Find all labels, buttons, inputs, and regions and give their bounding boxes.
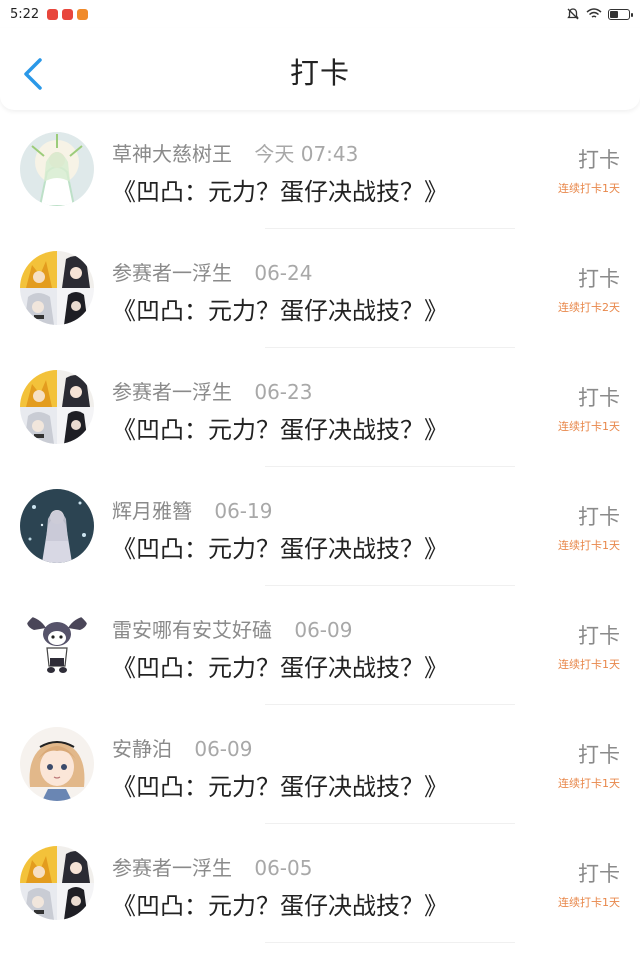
avatar[interactable] — [20, 608, 94, 682]
user-line: 参赛者一浮生 06-24 — [112, 257, 312, 286]
checkin-button[interactable]: 打卡 — [578, 263, 620, 293]
list-item[interactable]: 参赛者一浮生 06-23 《凹凸：元力？蛋仔决战技？》 打卡 连续打卡1天 — [0, 348, 640, 467]
user-line: 辉月雅簪 06-19 — [112, 495, 272, 524]
streak-badge: 连续打卡1天 — [558, 539, 620, 552]
avatar[interactable] — [20, 251, 94, 325]
work-title[interactable]: 《凹凸：元力？蛋仔决战技？》 — [112, 410, 448, 445]
user-line: 雷安哪有安艾好磕 06-09 — [112, 614, 352, 643]
row-divider — [265, 942, 515, 943]
work-title[interactable]: 《凹凸：元力？蛋仔决战技？》 — [112, 648, 448, 683]
checkin-button[interactable]: 打卡 — [578, 382, 620, 412]
checkin-date: 06-09 — [294, 618, 353, 642]
avatar[interactable] — [20, 489, 94, 563]
work-title[interactable]: 《凹凸：元力？蛋仔决战技？》 — [112, 291, 448, 326]
checkin-date: 06-23 — [254, 380, 313, 404]
checkin-button[interactable]: 打卡 — [578, 144, 620, 174]
checkin-button[interactable]: 打卡 — [578, 620, 620, 650]
username[interactable]: 参赛者一浮生 — [112, 261, 232, 285]
avatar[interactable] — [20, 727, 94, 801]
streak-badge: 连续打卡1天 — [558, 658, 620, 671]
user-line: 安静泊 06-09 — [112, 733, 252, 762]
work-title[interactable]: 《凹凸：元力？蛋仔决战技？》 — [112, 529, 448, 564]
mute-bell-icon — [567, 8, 579, 20]
status-right — [566, 7, 633, 21]
list-item[interactable]: 草神大慈树王 今天 07:43 《凹凸：元力？蛋仔决战技？》 打卡 连续打卡1天 — [0, 110, 640, 229]
list-item[interactable]: 雷安哪有安艾好磕 06-09 《凹凸：元力？蛋仔决战技？》 打卡 连续打卡1天 — [0, 586, 640, 705]
app-notification-icon — [77, 8, 89, 20]
app-notification-icon — [62, 8, 74, 20]
streak-badge: 连续打卡1天 — [558, 777, 620, 790]
streak-badge: 连续打卡1天 — [558, 420, 620, 433]
wifi-icon — [586, 8, 602, 18]
streak-badge: 连续打卡1天 — [558, 896, 620, 909]
username[interactable]: 辉月雅簪 — [112, 499, 192, 523]
checkin-date: 06-09 — [194, 737, 253, 761]
avatar[interactable] — [20, 370, 94, 444]
work-title[interactable]: 《凹凸：元力？蛋仔决战技？》 — [112, 886, 448, 921]
header: 打卡 — [0, 28, 640, 110]
user-line: 参赛者一浮生 06-05 — [112, 852, 312, 881]
work-title[interactable]: 《凹凸：元力？蛋仔决战技？》 — [112, 172, 448, 207]
list-item[interactable]: 参赛者一浮生 06-24 《凹凸：元力？蛋仔决战技？》 打卡 连续打卡2天 — [0, 229, 640, 348]
user-line: 草神大慈树王 今天 07:43 — [112, 138, 358, 167]
checkin-button[interactable]: 打卡 — [578, 858, 620, 888]
page-title: 打卡 — [289, 56, 350, 90]
streak-badge: 连续打卡2天 — [558, 301, 620, 314]
status-bar: 5:22 — [0, 0, 640, 28]
avatar[interactable] — [20, 132, 94, 206]
list-item[interactable]: 安静泊 06-09 《凹凸：元力？蛋仔决战技？》 打卡 连续打卡1天 — [0, 705, 640, 824]
streak-badge: 连续打卡1天 — [558, 182, 620, 195]
username[interactable]: 参赛者一浮生 — [112, 380, 232, 404]
checkin-list: 草神大慈树王 今天 07:43 《凹凸：元力？蛋仔决战技？》 打卡 连续打卡1天… — [0, 110, 640, 943]
checkin-button[interactable]: 打卡 — [578, 501, 620, 531]
checkin-date: 06-24 — [254, 261, 313, 285]
checkin-date: 06-19 — [214, 499, 273, 523]
battery-icon — [608, 8, 633, 20]
username[interactable]: 参赛者一浮生 — [112, 856, 232, 880]
app-notification-icon — [47, 8, 59, 20]
checkin-button[interactable]: 打卡 — [578, 739, 620, 769]
list-item[interactable]: 参赛者一浮生 06-05 《凹凸：元力？蛋仔决战技？》 打卡 连续打卡1天 — [0, 824, 640, 943]
list-item[interactable]: 辉月雅簪 06-19 《凹凸：元力？蛋仔决战技？》 打卡 连续打卡1天 — [0, 467, 640, 586]
username[interactable]: 草神大慈树王 — [112, 142, 232, 166]
status-left: 5:22 — [10, 6, 89, 22]
user-line: 参赛者一浮生 06-23 — [112, 376, 312, 405]
status-time: 5:22 — [10, 6, 40, 22]
checkin-date: 今天 07:43 — [254, 142, 359, 166]
avatar[interactable] — [20, 846, 94, 920]
username[interactable]: 雷安哪有安艾好磕 — [112, 618, 272, 642]
battery-level — [610, 10, 618, 18]
username[interactable]: 安静泊 — [112, 737, 172, 761]
work-title[interactable]: 《凹凸：元力？蛋仔决战技？》 — [112, 767, 448, 802]
checkin-date: 06-05 — [254, 856, 313, 880]
